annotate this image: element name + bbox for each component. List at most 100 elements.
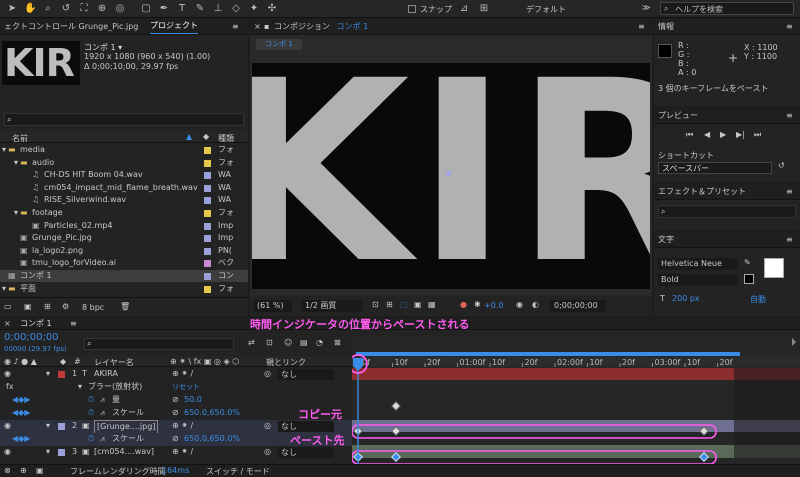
snapshot-icon[interactable]: ⊡ xyxy=(372,300,379,309)
project-item[interactable]: ♫ cm054_impact_mid_flame_breath.wav WA xyxy=(0,182,248,194)
parent-select[interactable]: なし xyxy=(278,447,334,458)
eyedropper-icon[interactable]: ✎ xyxy=(744,258,751,267)
anchor-point-icon[interactable]: ◈ xyxy=(445,169,452,179)
channel-icon[interactable]: ● xyxy=(460,300,467,309)
zoom-tool-icon[interactable]: ⌕ xyxy=(42,3,54,15)
parent-select[interactable]: なし xyxy=(278,369,334,380)
show-snapshot-icon[interactable]: ◐ xyxy=(532,300,539,309)
zoom-select[interactable]: (61 %) xyxy=(254,300,292,312)
hand-tool-icon[interactable]: ✋ xyxy=(24,3,36,15)
layer-bar[interactable] xyxy=(352,394,800,406)
roto-tool-icon[interactable]: ✦ xyxy=(248,3,260,15)
layer-name[interactable]: [Grunge....jpg] xyxy=(94,420,159,434)
parent-spiral-icon[interactable]: ◎ xyxy=(264,368,271,380)
shortcut-reset-icon[interactable]: ↺ xyxy=(778,161,785,170)
style-select[interactable]: Bold xyxy=(658,274,738,286)
property-value[interactable]: 650.0,650.0% xyxy=(184,407,240,419)
expand-arrow-icon[interactable]: ▾ xyxy=(78,381,82,393)
parent-select[interactable]: なし xyxy=(278,421,334,432)
layer-name[interactable]: [cm054....wav] xyxy=(94,446,154,458)
last-frame-icon[interactable]: ⏭ xyxy=(754,130,761,140)
trash-icon[interactable]: 🗑 xyxy=(120,302,130,311)
brush-tool-icon[interactable]: ✎ xyxy=(194,3,206,15)
label-swatch[interactable] xyxy=(58,371,65,378)
snap-option-icon[interactable]: ⊿ xyxy=(458,3,470,15)
expand-arrow-icon[interactable]: ▾ xyxy=(14,207,18,219)
tab-project[interactable]: プロジェクト xyxy=(150,19,198,34)
comp-flowchart-icon[interactable]: ⇄ xyxy=(248,338,255,347)
exposure-value[interactable]: +0.0 xyxy=(484,301,503,310)
expand-arrow-icon[interactable]: ▾ xyxy=(46,368,50,380)
layer-bar[interactable] xyxy=(352,407,800,419)
expand-switch-icon[interactable]: ▣ xyxy=(36,466,44,475)
next-frame-icon[interactable]: ▶| xyxy=(736,130,745,139)
col-name[interactable]: 名前 xyxy=(12,133,28,144)
timeline-timecode[interactable]: 0;00;00;00 xyxy=(4,332,59,343)
transparency-icon[interactable]: ▦ xyxy=(428,300,436,309)
rotate-tool-icon[interactable]: ↺ xyxy=(60,3,72,15)
snap-grid-icon[interactable]: ⊞ xyxy=(478,3,490,15)
switch-icons[interactable]: ⊕ ⁕ / xyxy=(172,368,193,380)
project-search[interactable]: ⌕ xyxy=(4,113,244,126)
eye-icon[interactable]: ◉ xyxy=(4,420,11,432)
stopwatch-icon[interactable]: ⏱ xyxy=(88,407,94,419)
stopwatch-icon[interactable]: ⏱ xyxy=(88,394,94,406)
keyframe-nav-icon[interactable]: ◀◆▶ xyxy=(12,433,30,445)
layer-row[interactable]: ◉ ▾ 1 T AKIRA ⊕ ⁕ / ◎ なし xyxy=(0,368,352,381)
draft-3d-icon[interactable]: ⊡ xyxy=(266,338,273,347)
mask-rect-tool-icon[interactable]: ▢ xyxy=(140,3,152,15)
project-item[interactable]: ♫ CH-DS HIT Boom 04.wav WA xyxy=(0,169,248,181)
help-search[interactable]: ⌕ ヘルプを検索 xyxy=(660,2,794,15)
label-swatch[interactable] xyxy=(204,285,211,293)
workspace-menu-icon[interactable]: ≫ xyxy=(642,3,650,12)
camera-tool-icon[interactable]: ⛶ xyxy=(78,3,90,15)
keyframe-nav-icon[interactable]: ◀◆▶ xyxy=(12,407,30,419)
quality-select[interactable]: 1/2 画質 xyxy=(302,300,362,312)
new-comp-icon[interactable]: ⊞ xyxy=(44,302,51,311)
parent-spiral-icon[interactable]: ◎ xyxy=(264,446,271,458)
label-swatch[interactable] xyxy=(58,449,65,456)
parent-spiral-icon[interactable]: ◎ xyxy=(264,420,271,432)
grid-icon[interactable]: ⊞ xyxy=(386,300,393,309)
expand-arrow-icon[interactable]: ▾ xyxy=(46,446,50,458)
footer-switch-label[interactable]: スイッチ / モード xyxy=(206,466,270,477)
pan-tool-icon[interactable]: ⊕ xyxy=(96,3,108,15)
expand-arrow-icon[interactable]: ▾ xyxy=(46,420,50,432)
expand-arrow-icon[interactable]: ▾ xyxy=(14,157,18,169)
puppet-tool-icon[interactable]: ✣ xyxy=(266,3,278,15)
expand-arrow-icon[interactable]: ▾ xyxy=(2,283,6,295)
close-icon[interactable]: × xyxy=(254,19,261,34)
label-swatch[interactable] xyxy=(204,260,211,268)
project-item[interactable]: ▾ ▬ audio フォ xyxy=(0,157,248,169)
new-folder-icon[interactable]: ▣ xyxy=(24,302,32,311)
effects-search[interactable]: ⌕ xyxy=(658,205,796,218)
exposure-icon[interactable]: ✱ xyxy=(474,300,481,309)
effect-reset[interactable]: リセット xyxy=(172,381,200,393)
camera-snapshot-icon[interactable]: ◉ xyxy=(516,300,523,309)
layer-bar[interactable] xyxy=(352,433,800,445)
label-swatch[interactable] xyxy=(58,423,65,430)
pen-tool-icon[interactable]: ✒ xyxy=(158,3,170,15)
motion-blur-icon[interactable]: ◔ xyxy=(316,338,323,347)
font-select[interactable]: Helvetica Neue xyxy=(658,258,738,270)
property-value[interactable]: 50.0 xyxy=(184,394,202,406)
solo-icon[interactable]: ⊗ xyxy=(4,466,11,475)
region-icon[interactable]: ▣ xyxy=(414,300,422,309)
settings-icon[interactable]: ⚙ xyxy=(62,302,69,311)
project-item[interactable]: ▣ la_logo2.png PN( xyxy=(0,245,248,257)
panel-menu-icon[interactable]: ≡ xyxy=(232,19,239,34)
panel-menu-icon[interactable]: ≡ xyxy=(70,318,77,329)
workspace-label[interactable]: デフォルト xyxy=(526,4,566,15)
orbit-tool-icon[interactable]: ◎ xyxy=(114,3,126,15)
prev-frame-icon[interactable]: ◀ xyxy=(704,130,710,139)
label-swatch[interactable] xyxy=(204,197,211,205)
switch-icons[interactable]: ⊕ ⁕ / xyxy=(172,420,193,432)
switch-icons[interactable]: ⊕ ⁕ / xyxy=(172,446,193,458)
font-size-value[interactable]: 200 px xyxy=(672,294,700,303)
timeline-search[interactable]: ⌕ xyxy=(84,338,234,350)
shortcut-select[interactable]: スペースバー xyxy=(658,162,772,174)
label-swatch[interactable] xyxy=(204,172,211,180)
viewer-timecode[interactable]: 0;00;00;00 xyxy=(550,300,606,312)
graph-editor-icon[interactable]: ⊠ xyxy=(334,338,341,347)
eye-icon[interactable]: ◉ xyxy=(4,368,11,380)
